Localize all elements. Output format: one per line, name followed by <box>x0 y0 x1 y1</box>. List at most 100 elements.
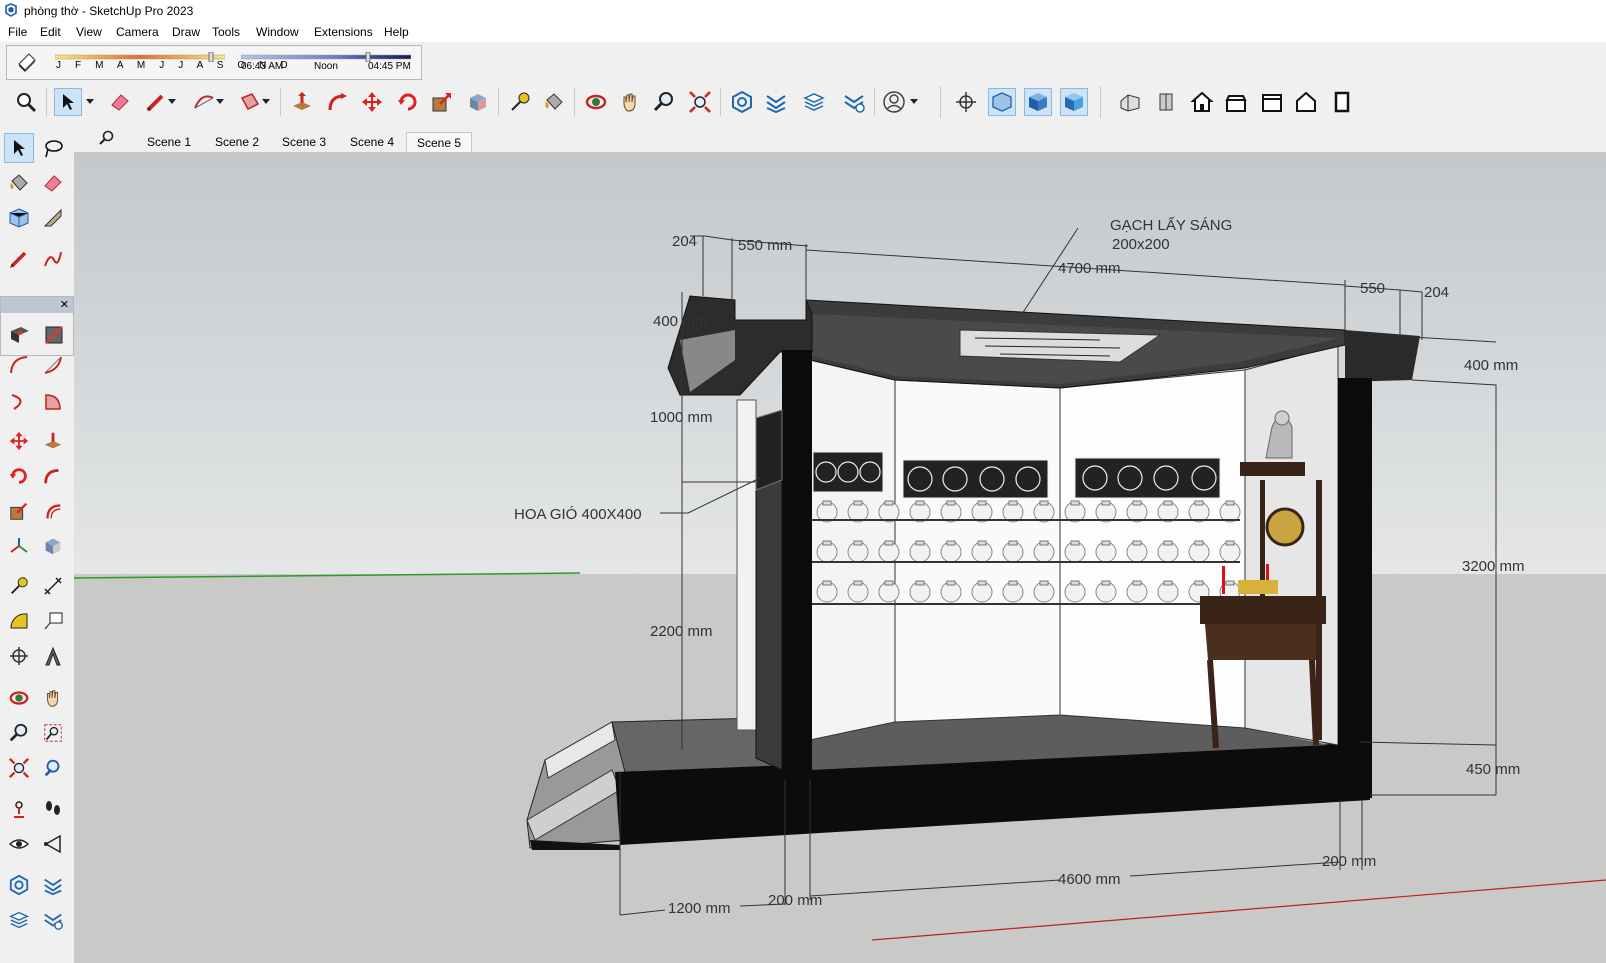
tool-section-plane[interactable] <box>5 319 35 349</box>
tape-measure-button[interactable] <box>506 88 534 116</box>
menu-file[interactable]: File <box>8 25 27 39</box>
tool-push-pull[interactable] <box>38 426 68 456</box>
tool-line[interactable] <box>4 244 34 274</box>
account-dropdown[interactable] <box>908 88 920 116</box>
rotate-button[interactable] <box>394 88 422 116</box>
follow-me-button[interactable] <box>324 88 352 116</box>
chevron-down-icon <box>910 99 918 104</box>
xray-button[interactable] <box>988 88 1016 116</box>
tool-position-camera[interactable] <box>4 794 34 824</box>
model-drawing[interactable]: 204 550 mm GẠCH LẤY SÁNG 200x200 4700 mm… <box>74 152 1606 963</box>
orbit-button[interactable] <box>582 88 610 116</box>
view-iso-button[interactable] <box>1116 88 1144 116</box>
tool-2point-arc[interactable] <box>38 350 68 380</box>
hidden-geometry-button[interactable] <box>1024 88 1052 116</box>
menu-camera[interactable]: Camera <box>116 25 159 39</box>
arc-dropdown[interactable] <box>214 88 226 116</box>
zoom-tool-button[interactable] <box>650 88 678 116</box>
textured-button[interactable] <box>1060 88 1088 116</box>
tool-make-component[interactable] <box>4 203 34 233</box>
offset-button[interactable] <box>464 88 492 116</box>
menu-edit[interactable]: Edit <box>40 25 61 39</box>
tool-select[interactable] <box>4 133 34 163</box>
scene-tab-5[interactable]: Scene 5 <box>406 132 472 152</box>
tool-follow-me[interactable] <box>38 461 68 491</box>
tool-rotate[interactable] <box>4 461 34 491</box>
tool-extension-manager[interactable] <box>38 905 68 935</box>
tool-zoom[interactable] <box>4 718 34 748</box>
3d-warehouse-button[interactable] <box>728 88 756 116</box>
menu-window[interactable]: Window <box>256 25 299 39</box>
tool-text[interactable] <box>38 606 68 636</box>
shadows-toggle-button[interactable] <box>13 48 41 76</box>
scene-tab-3[interactable]: Scene 3 <box>271 132 337 152</box>
tool-section-fill[interactable] <box>39 319 69 349</box>
tool-3point-arc[interactable] <box>4 386 34 416</box>
pan-button[interactable] <box>616 88 644 116</box>
extension-warehouse-button[interactable] <box>762 88 790 116</box>
menu-extensions[interactable]: Extensions <box>314 25 373 39</box>
tool-walk[interactable] <box>38 794 68 824</box>
tool-zoom-window[interactable] <box>38 718 68 748</box>
eraser-icon <box>44 175 62 192</box>
layout-button[interactable] <box>800 88 828 116</box>
scene-tab-2[interactable]: Scene 2 <box>204 132 270 152</box>
tool-tape-measure[interactable] <box>4 571 34 601</box>
tool-layout[interactable] <box>4 905 34 935</box>
zoom-extents-button[interactable] <box>686 88 714 116</box>
eraser-button[interactable] <box>106 88 134 116</box>
model-viewport[interactable]: 204 550 mm GẠCH LẤY SÁNG 200x200 4700 mm… <box>74 152 1606 963</box>
line-dropdown[interactable] <box>166 88 178 116</box>
tool-eraser[interactable] <box>38 168 68 198</box>
tool-lasso[interactable] <box>38 133 68 163</box>
view-top-button[interactable] <box>1152 88 1180 116</box>
tool-move[interactable] <box>4 426 34 456</box>
tool-move-axes[interactable] <box>4 531 34 561</box>
view-front-button[interactable] <box>1188 88 1216 116</box>
move-button[interactable] <box>358 88 386 116</box>
push-pull-button[interactable] <box>288 88 316 116</box>
position-camera-button[interactable] <box>952 88 980 116</box>
scene-tab-4[interactable]: Scene 4 <box>339 132 405 152</box>
tool-outer-shell[interactable] <box>38 531 68 561</box>
tool-offset[interactable] <box>38 496 68 526</box>
tool-scale[interactable] <box>4 496 34 526</box>
tool-pan[interactable] <box>38 683 68 713</box>
tool-extension-warehouse[interactable] <box>38 870 68 900</box>
tool-paint-bucket[interactable] <box>4 168 34 198</box>
extension-manager-button[interactable] <box>840 88 868 116</box>
tool-look-around[interactable] <box>4 829 34 859</box>
tool-freehand[interactable] <box>38 244 68 274</box>
tool-previous-view[interactable] <box>38 753 68 783</box>
tool-tag[interactable] <box>38 203 68 233</box>
menu-tools[interactable]: Tools <box>212 25 240 39</box>
tool-3d-text[interactable] <box>38 641 68 671</box>
view-bottom-button[interactable] <box>1328 88 1356 116</box>
tool-field-of-view[interactable] <box>38 829 68 859</box>
scene-search-button[interactable] <box>92 124 120 152</box>
menu-help[interactable]: Help <box>384 25 409 39</box>
menu-draw[interactable]: Draw <box>172 25 200 39</box>
scale-button[interactable] <box>428 88 456 116</box>
tool-zoom-extents[interactable] <box>4 753 34 783</box>
select-button[interactable] <box>54 88 82 116</box>
tool-arc[interactable] <box>4 350 34 380</box>
tool-pie[interactable] <box>38 386 68 416</box>
zoom-button[interactable] <box>12 88 40 116</box>
paint-bucket-button[interactable] <box>540 88 568 116</box>
menu-view[interactable]: View <box>76 25 102 39</box>
account-button[interactable] <box>880 88 908 116</box>
scene-tab-1[interactable]: Scene 1 <box>136 132 202 152</box>
view-right-button[interactable] <box>1222 88 1250 116</box>
tool-axes[interactable] <box>4 641 34 671</box>
select-dropdown[interactable] <box>84 88 96 116</box>
rectangle-dropdown[interactable] <box>260 88 272 116</box>
tool-3d-warehouse[interactable] <box>4 870 34 900</box>
tool-dimension[interactable] <box>38 571 68 601</box>
tool-protractor[interactable] <box>4 606 34 636</box>
view-left-button[interactable] <box>1292 88 1320 116</box>
close-icon[interactable]: ✕ <box>60 298 69 311</box>
dim-400-right: 400 mm <box>1464 357 1518 374</box>
tool-orbit[interactable] <box>4 683 34 713</box>
view-back-button[interactable] <box>1258 88 1286 116</box>
